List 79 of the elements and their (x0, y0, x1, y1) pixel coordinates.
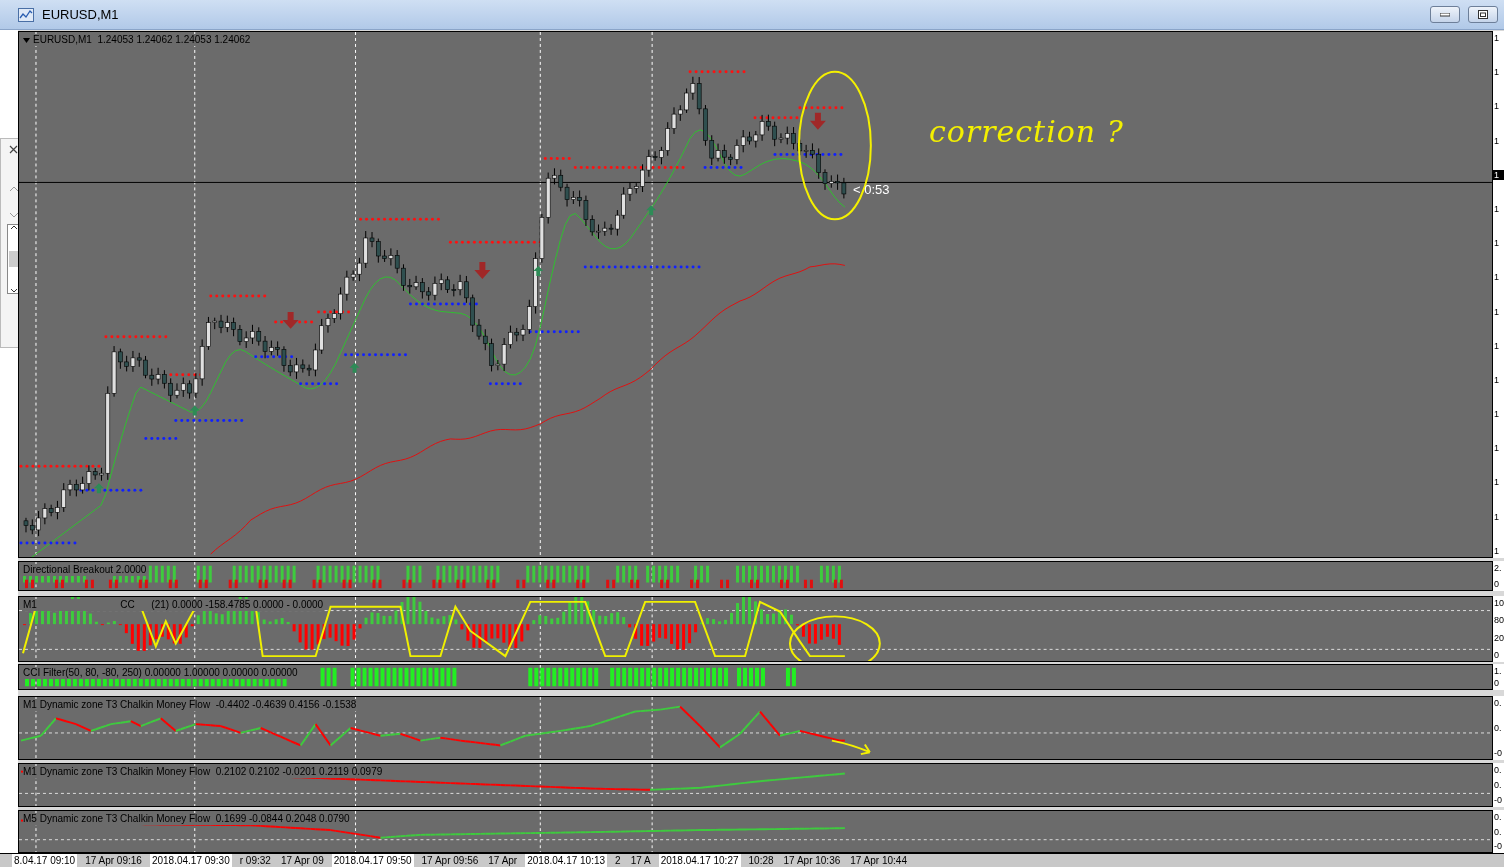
price-label: 1 (1493, 238, 1500, 249)
price-label: 1 (1493, 511, 1500, 522)
annotation-arrow (830, 739, 871, 756)
time-label: 17 Apr 09 (278, 854, 326, 867)
time-label: 17 Apr 09:56 (419, 854, 481, 867)
price-label: 1 (1493, 203, 1500, 214)
axis-label: 0 (1493, 579, 1500, 589)
price-label: 1 (1493, 545, 1500, 556)
restore-icon (1478, 10, 1488, 19)
time-label: 8.04.17 09:10 (12, 854, 78, 867)
price-label: 1 (1493, 409, 1500, 420)
time-label: 17 A (628, 854, 653, 867)
buy-arrow-icon (93, 483, 104, 494)
indicator-label: M1 Dynamic zone T3 Chalkin Money Flow -0.4402 -0.4639 0.4156 -0.1538 (23, 699, 357, 711)
price-label: 1 (1493, 101, 1500, 112)
indicator-label: Directional Breakout 2.0000 (23, 564, 147, 576)
indicator-label: CCI Filter(50, 80, -80, 250) 0.00000 1.00000 0.00000 0.00000 (23, 667, 298, 679)
minimize-icon (1440, 12, 1450, 17)
chevron-up-icon[interactable] (9, 225, 18, 230)
axis-label: 0. (1493, 826, 1503, 837)
time-label: 2018.04.17 09:50 (331, 854, 414, 867)
buy-arrow-icon (646, 205, 657, 216)
axis-label: 0 (1493, 650, 1500, 660)
time-label: 2018.04.17 09:30 (149, 854, 232, 867)
chevron-down-icon[interactable] (8, 212, 19, 218)
time-label: 2018.04.17 10:27 (658, 854, 741, 867)
maximize-button[interactable] (1468, 6, 1498, 23)
sell-arrow-icon (809, 112, 826, 130)
indicator-label: M1 CC (21) 0.0000 -158.4785 0.0000 - 0.0000 (23, 599, 324, 611)
price-label: 1 (1493, 272, 1500, 283)
axis-label: -0 (1493, 795, 1503, 805)
time-label: r 09:32 (237, 854, 273, 867)
time-label: 17 Apr 10:36 (781, 854, 843, 867)
price-label: 1 (1493, 67, 1500, 78)
minimize-button[interactable] (1430, 6, 1460, 23)
axis-label: 0. (1493, 812, 1503, 822)
price-label: 1 (1493, 306, 1500, 317)
time-label: 2 (613, 854, 623, 867)
time-label: 10:28 (746, 854, 776, 867)
scroll-thumb[interactable] (8, 251, 19, 267)
sell-arrow-icon (474, 262, 491, 280)
price-label: 1 (1493, 33, 1500, 43)
chart-symbol-label: EURUSD,M1 1.24053 1.24062 1.24053 1.24062 (33, 34, 251, 46)
indicator-label: M1 Dynamic zone T3 Chalkin Money Flow 0.2102 0.2102 -0.0201 0.2119 0.0979 (23, 766, 383, 778)
axis-label: 0. (1493, 765, 1503, 775)
handwritten-note: correction ? (929, 114, 1124, 149)
axis-label: 0. (1493, 780, 1503, 790)
axis-label: 80 (1493, 615, 1504, 626)
axis-label: 0. (1493, 698, 1503, 708)
price-label: 1 (1493, 477, 1500, 488)
price-label: 1 (1493, 340, 1500, 351)
time-label: 17 Apr 09:16 (83, 854, 144, 867)
time-label: 17 Apr 10:44 (848, 854, 909, 867)
indicator-label: M5 Dynamic zone T3 Chalkin Money Flow 0.1699 -0.0844 0.2048 0.0790 (23, 813, 350, 825)
price-label: 1 (1493, 443, 1500, 454)
time-label: 17 Apr (486, 854, 520, 867)
axis-label: -0 (1493, 748, 1503, 758)
axis-label: 2. (1493, 563, 1503, 573)
price-label: 1 (1493, 169, 1504, 180)
price-label: 1 (1493, 135, 1500, 146)
window-title: EURUSD,M1 (42, 7, 120, 22)
buy-arrow-icon (349, 362, 360, 373)
price-label: 1 (1493, 374, 1500, 385)
bar-countdown: < 0:53 (853, 182, 890, 197)
time-label: 2018.04.17 10:13 (525, 854, 608, 867)
chart-window-icon (18, 7, 34, 22)
axis-label: 0. (1493, 723, 1503, 733)
chevron-down-icon[interactable] (9, 288, 18, 293)
sell-arrow-icon (282, 311, 299, 329)
buy-arrow-icon (189, 405, 200, 416)
axis-label: 0 (1493, 678, 1500, 688)
chevron-up-icon[interactable] (8, 186, 19, 192)
axis-label: 20 (1493, 632, 1504, 643)
axis-label: 10 (1493, 598, 1504, 608)
close-icon[interactable] (9, 145, 18, 154)
axis-label: 1. (1493, 666, 1503, 676)
axis-label: -0 (1493, 841, 1503, 851)
buy-arrow-icon (533, 266, 544, 277)
dropdown-triangle-icon (23, 38, 30, 43)
